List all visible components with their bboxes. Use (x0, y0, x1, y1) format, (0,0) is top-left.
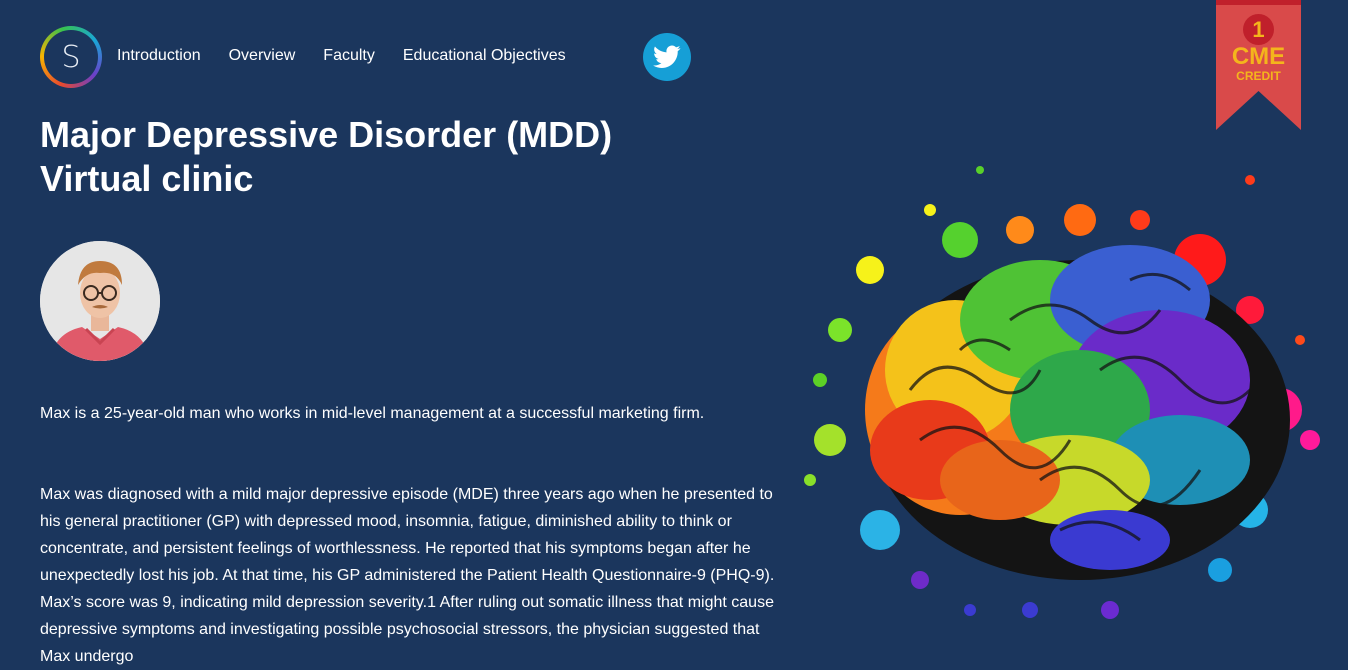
credit-label: CREDIT (1236, 69, 1281, 83)
title-line-1: Major Depressive Disorder (MDD) (40, 114, 613, 155)
credit-count: 1 (1243, 14, 1274, 45)
page-title: Major Depressive Disorder (MDD) Virtual … (40, 113, 740, 201)
nav-educational-objectives[interactable]: Educational Objectives (403, 44, 566, 68)
history-paragraph: Max was diagnosed with a mild major depr… (40, 486, 775, 665)
cme-credit-ribbon: 1 CME CREDIT (1216, 0, 1301, 130)
main-nav: Introduction Overview Faculty Educationa… (117, 44, 594, 68)
site-logo[interactable]: S (40, 26, 102, 88)
patient-avatar (40, 241, 160, 361)
nav-overview[interactable]: Overview (229, 44, 296, 68)
twitter-button[interactable] (643, 33, 691, 81)
colorful-brain-illustration (780, 150, 1340, 650)
logo-letter: S (44, 30, 98, 84)
nav-faculty[interactable]: Faculty (323, 44, 375, 68)
intro-paragraph: Max is a 25-year-old man who works in mi… (40, 405, 705, 422)
title-line-2: Virtual clinic (40, 158, 254, 199)
cme-label: CME (1231, 43, 1286, 70)
twitter-icon (653, 45, 681, 68)
nav-introduction[interactable]: Introduction (117, 44, 201, 68)
